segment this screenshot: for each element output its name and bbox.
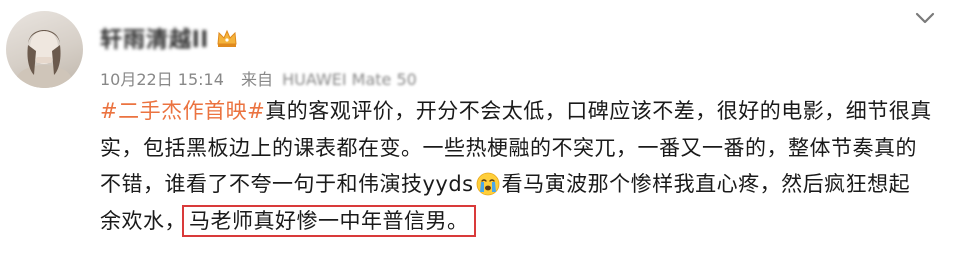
hashtag-link[interactable]: #二手杰作首映# (100, 99, 265, 123)
post-line: #二手杰作首映#真的客观评价，开分不会太低，口碑应该不差，很好的电影，细节很真 (100, 93, 940, 130)
post-text: 真的客观评价，开分不会太低，口碑应该不差，很好的电影，细节很真 (265, 99, 932, 123)
post-meta: 10月22日 15:14 来自 HUAWEI Mate 50 (100, 66, 417, 90)
post-author[interactable]: 轩雨清越ll (100, 22, 239, 54)
post-line: 余欢水， 马老师真好惨一中年普信男。 (100, 203, 940, 240)
username-text[interactable]: 轩雨清越ll (100, 22, 209, 54)
chevron-down-icon[interactable] (910, 8, 940, 28)
post-device: HUAWEI Mate 50 (282, 70, 417, 89)
post-timestamp[interactable]: 10月22日 15:14 (100, 70, 224, 89)
post-text: 余欢水， (100, 208, 186, 233)
post-content: #二手杰作首映#真的客观评价，开分不会太低，口碑应该不差，很好的电影，细节很真 … (100, 93, 940, 239)
post-text: 实，包括黑板边上的课表都在变。一些热梗融的不突兀，一番又一番的，整体节奏真的 (100, 135, 917, 160)
post-line: 实，包括黑板边上的课表都在变。一些热梗融的不突兀，一番又一番的，整体节奏真的 (100, 130, 940, 167)
post-text: 看马寅波那个惨样我直心疼，然后疯狂想起 (501, 172, 911, 196)
post-line: 不错，谁看了不夸一句于和伟演技yyds 看马寅波那个惨样我直心疼，然后疯狂想起 (100, 166, 940, 203)
crown-badge-icon (215, 26, 239, 50)
post-source-label: 来自 (241, 70, 274, 89)
avatar[interactable] (6, 11, 83, 88)
highlighted-text: 马老师真好惨一中年普信男。 (182, 204, 476, 237)
post-text: 不错，谁看了不夸一句于和伟演技yyds (100, 172, 474, 196)
crying-emoji-icon (476, 171, 500, 196)
avatar-image (16, 30, 72, 88)
